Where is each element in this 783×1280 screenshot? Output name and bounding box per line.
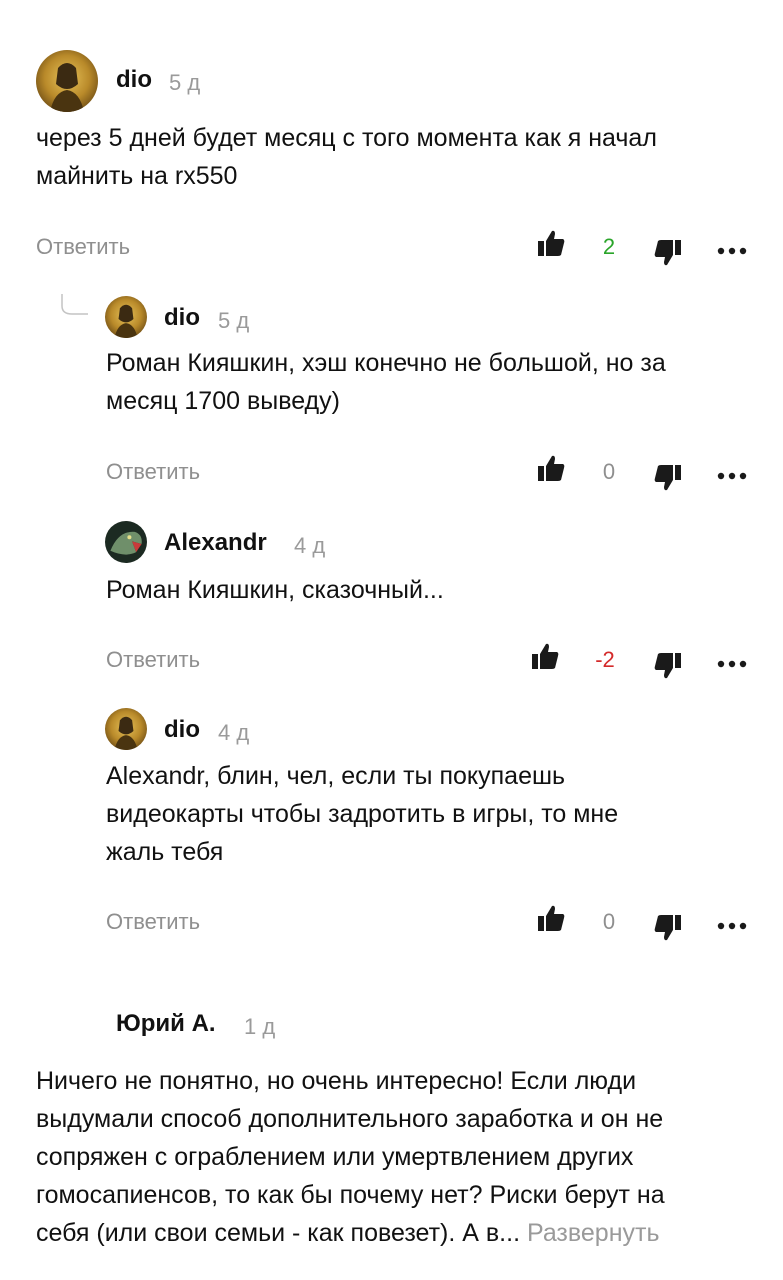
comment-time: 4 д	[218, 720, 250, 745]
author-name[interactable]: dio	[164, 304, 200, 332]
text-line: жаль тебя	[106, 838, 224, 866]
comment-text: Роман Кияшкин, сказочный...	[106, 571, 444, 609]
avatar-image	[105, 708, 147, 750]
reply-button[interactable]: Ответить	[106, 909, 200, 935]
thumbs-up-icon[interactable]	[536, 453, 566, 483]
thumbs-up-icon[interactable]	[530, 641, 560, 671]
avatar[interactable]	[36, 50, 98, 112]
text-line: Роман Кияшкин, сказочный...	[106, 576, 444, 604]
comment-text: через 5 дней будет месяц с того момента …	[36, 119, 657, 195]
text-line: Ничего не понятно, но очень интересно! Е…	[36, 1067, 637, 1095]
reply-thread-connector	[60, 292, 90, 322]
text-line: месяц 1700 выведу)	[106, 387, 340, 415]
more-dots-icon[interactable]	[717, 240, 747, 259]
vote-count: 0	[602, 459, 616, 484]
vote-count: 0	[602, 909, 616, 934]
thumbs-down-icon[interactable]	[653, 463, 683, 493]
avatar-image	[36, 50, 98, 112]
avatar-image	[105, 296, 147, 338]
text-line: майнить на rx550	[36, 162, 238, 190]
reply-button[interactable]: Ответить	[106, 647, 200, 673]
author-name[interactable]: Юрий А.	[116, 1010, 216, 1038]
comment-time: 5 д	[218, 308, 250, 333]
avatar[interactable]	[105, 708, 147, 750]
text-line-content: себя (или свои семьи - как повезет). А в…	[36, 1219, 521, 1247]
author-name[interactable]: dio	[116, 66, 152, 94]
thumbs-up-icon[interactable]	[536, 903, 566, 933]
author-name[interactable]: dio	[164, 716, 200, 744]
comment-text: Роман Кияшкин, хэш конечно не большой, н…	[106, 344, 666, 420]
author-name[interactable]: Alexandr	[164, 529, 267, 557]
vote-count: -2	[595, 647, 615, 672]
avatar[interactable]	[105, 521, 147, 563]
vote-count: 2	[602, 234, 616, 259]
more-dots-icon[interactable]	[717, 465, 747, 484]
avatar-image	[105, 521, 147, 563]
text-line: себя (или свои семьи - как повезет). А в…	[36, 1214, 665, 1252]
reply-button[interactable]: Ответить	[36, 234, 130, 260]
text-line: гомосапиенсов, то как бы почему нет? Рис…	[36, 1181, 665, 1209]
text-line: выдумали способ дополнительного заработк…	[36, 1105, 664, 1133]
expand-link[interactable]: Развернуть	[527, 1219, 660, 1247]
text-line: видеокарты чтобы задротить в игры, то мн…	[106, 800, 619, 828]
text-line: Alexandr, блин, чел, если ты покупаешь	[106, 762, 566, 790]
more-dots-icon[interactable]	[717, 653, 747, 672]
reply-button[interactable]: Ответить	[106, 459, 200, 485]
comment-text: Alexandr, блин, чел, если ты покупаешь в…	[106, 757, 618, 871]
comment-time: 4 д	[294, 533, 326, 558]
comment-time: 1 д	[244, 1014, 276, 1039]
more-dots-icon[interactable]	[717, 915, 747, 934]
text-line: Роман Кияшкин, хэш конечно не большой, н…	[106, 349, 666, 377]
text-line: через 5 дней будет месяц с того момента …	[36, 124, 657, 152]
thumbs-down-icon[interactable]	[653, 238, 683, 268]
thumbs-up-icon[interactable]	[536, 228, 566, 258]
avatar[interactable]	[105, 296, 147, 338]
text-line: сопряжен с ограблением или умертвлением …	[36, 1143, 634, 1171]
comment-text: Ничего не понятно, но очень интересно! Е…	[36, 1062, 665, 1252]
thumbs-down-icon[interactable]	[653, 913, 683, 943]
thumbs-down-icon[interactable]	[653, 651, 683, 681]
comment-time: 5 д	[169, 70, 201, 95]
